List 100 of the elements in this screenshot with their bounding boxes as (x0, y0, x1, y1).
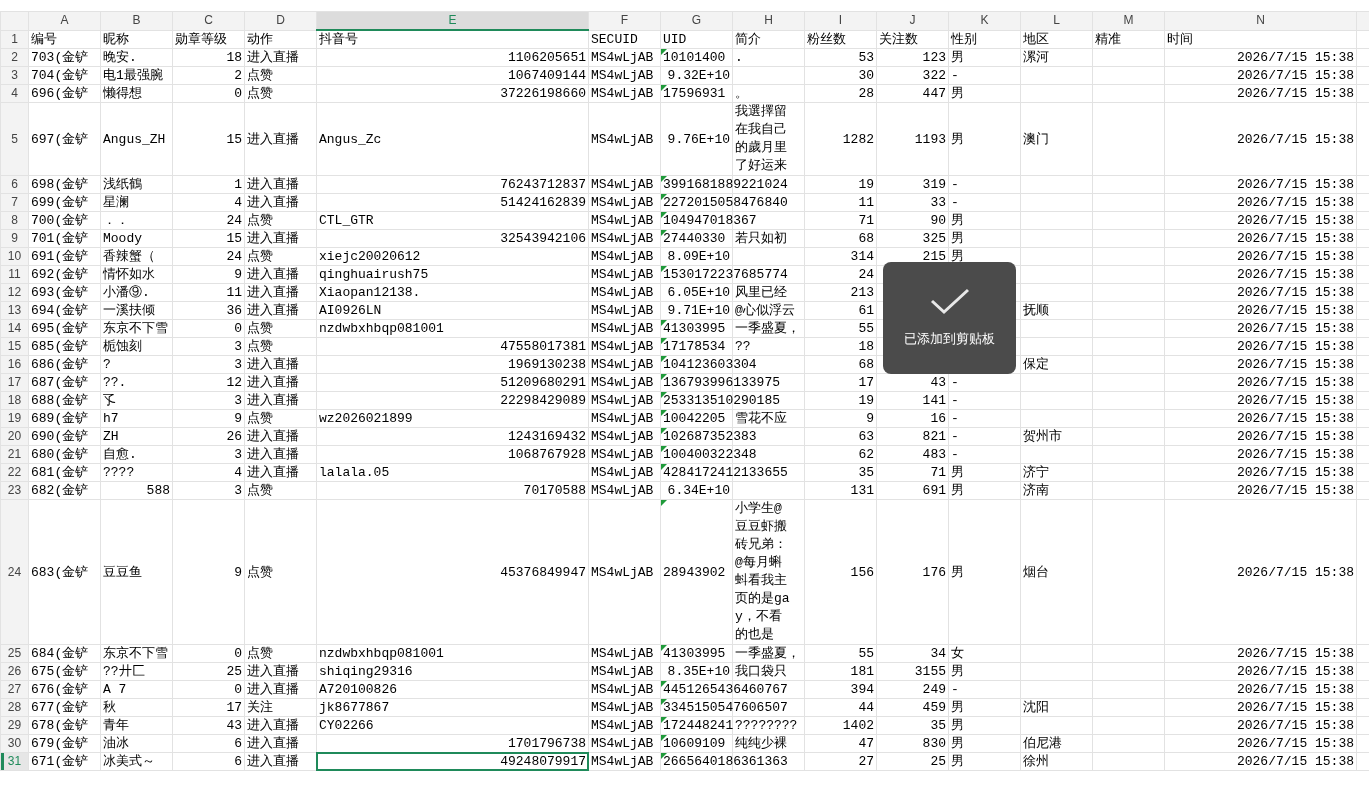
table-cell: 进入直播 (247, 375, 299, 390)
table-cell: 25 (930, 754, 946, 769)
column-header[interactable]: I (804, 11, 877, 30)
column-header[interactable]: A (28, 11, 101, 30)
table-cell: 36 (226, 303, 242, 318)
table-cell: 172448241 (663, 718, 734, 733)
table-cell: 15 (226, 131, 242, 147)
column-header[interactable]: J (876, 11, 949, 30)
table-cell: MS4wLjAB (591, 447, 654, 462)
table-cell: ．． (103, 213, 129, 228)
table-cell: 17178534 (663, 339, 726, 354)
column-header[interactable]: D (244, 11, 317, 30)
table-cell: 贺州市 (1023, 429, 1062, 444)
table-cell: 男 (951, 131, 964, 147)
table-cell: 。 (735, 86, 748, 101)
table-cell: MS4wLjAB (591, 754, 654, 769)
table-cell: 2026/7/15 15:38 (1236, 411, 1354, 426)
column-header[interactable]: B (100, 11, 173, 30)
table-cell: 41303995 (663, 321, 726, 336)
table-cell: 18 (858, 339, 874, 354)
header-cell: 编号 (31, 31, 57, 47)
table-cell: 10101400 (663, 50, 726, 65)
table-cell: 2 (234, 68, 242, 83)
table-cell: 15 (226, 231, 242, 246)
table-cell: 进入直播 (247, 664, 299, 679)
table-cell: 2026/7/15 15:38 (1236, 357, 1354, 372)
column-header[interactable]: C (172, 11, 245, 30)
table-cell: 9.32E+10 (667, 68, 730, 83)
table-cell: 6.34E+10 (667, 483, 730, 498)
table-cell: 9 (866, 411, 874, 426)
table-cell: 徐州 (1023, 754, 1049, 769)
table-cell: 点赞 (247, 213, 273, 228)
table-cell: 447 (922, 86, 946, 101)
table-cell: 33 (930, 195, 946, 210)
table-cell: 男 (951, 483, 964, 498)
table-cell: 点赞 (247, 564, 273, 580)
table-cell: 176 (922, 564, 946, 580)
table-cell: 830 (922, 736, 946, 751)
table-cell: 若只如初 (735, 231, 787, 246)
table-cell: 漯河 (1023, 50, 1049, 65)
table-cell: 东京不下雪 (103, 646, 168, 661)
table-cell: 136793996133975 (663, 375, 781, 390)
table-cell: 9 (234, 411, 242, 426)
table-cell: 点赞 (247, 483, 273, 498)
table-cell: 0 (234, 86, 242, 101)
table-cell: 27440330 (663, 231, 726, 246)
table-cell: 青年 (103, 718, 129, 733)
table-cell: MS4wLjAB (591, 393, 654, 408)
column-header[interactable]: L (1020, 11, 1093, 30)
table-cell: 点赞 (247, 249, 273, 264)
table-cell: 821 (922, 429, 946, 444)
table-cell: AI0926LN (319, 303, 382, 318)
table-cell: 691(金铲 (31, 249, 89, 264)
table-cell: 男 (951, 736, 964, 751)
table-cell: 459 (922, 700, 946, 715)
table-cell: 123 (922, 50, 946, 65)
table-cell: 156 (850, 564, 874, 580)
table-cell: 雪花不应 (735, 411, 787, 426)
table-cell: 704(金铲 (31, 68, 89, 83)
row-header[interactable]: 5 (0, 102, 29, 176)
table-cell: 3 (234, 357, 242, 372)
table-cell: 2026/7/15 15:38 (1236, 393, 1354, 408)
table-cell: 懒得想 (103, 86, 142, 101)
header-cell: UID (663, 31, 687, 47)
table-cell: 131 (850, 483, 874, 498)
header-cell: 性别 (951, 31, 977, 47)
column-header[interactable]: H (732, 11, 805, 30)
table-cell: MS4wLjAB (591, 339, 654, 354)
table-cell: 1193 (914, 131, 946, 147)
table-cell: 2026/7/15 15:38 (1236, 321, 1354, 336)
table-cell: 700(金铲 (31, 213, 89, 228)
table-cell: 点赞 (247, 339, 273, 354)
column-header[interactable]: G (660, 11, 733, 30)
table-cell: 62 (858, 447, 874, 462)
table-cell: 688(金铲 (31, 393, 89, 408)
table-cell: 34 (930, 646, 946, 661)
table-cell: nzdwbxhbqp081001 (319, 321, 444, 336)
column-header[interactable]: N (1164, 11, 1357, 30)
table-cell: 男 (951, 231, 964, 246)
column-header[interactable]: F (588, 11, 661, 30)
table-cell: 181 (850, 664, 874, 679)
column-header[interactable]: K (948, 11, 1021, 30)
table-cell: 684(金铲 (31, 646, 89, 661)
table-cell: MS4wLjAB (591, 177, 654, 192)
table-cell: 男 (951, 664, 964, 679)
table-cell: 点赞 (247, 411, 273, 426)
table-cell: ?? (735, 339, 751, 354)
table-cell: 2026/7/15 15:38 (1236, 646, 1354, 661)
table-cell: 12 (226, 375, 242, 390)
table-cell: MS4wLjAB (591, 357, 654, 372)
table-cell: 情怀如水 (103, 267, 155, 282)
table-cell: 9.76E+10 (667, 131, 730, 147)
table-cell: 进入直播 (247, 682, 299, 697)
row-header[interactable]: 24 (0, 499, 29, 645)
table-cell: 686(金铲 (31, 357, 89, 372)
table-cell: 102687352383 (663, 429, 757, 444)
table-cell: MS4wLjAB (591, 213, 654, 228)
column-header[interactable]: M (1092, 11, 1165, 30)
table-cell: 3991681889221024 (663, 177, 788, 192)
table-cell: 2026/7/15 15:38 (1236, 195, 1354, 210)
